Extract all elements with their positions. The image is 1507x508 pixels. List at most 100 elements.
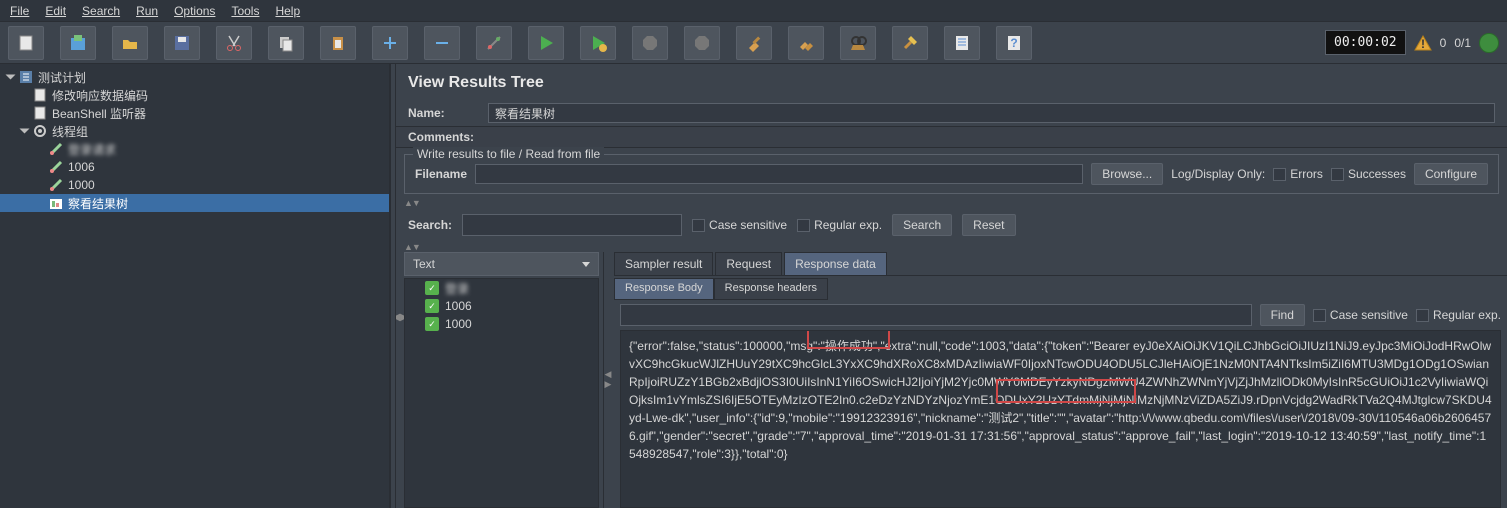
tree-label: 1000	[68, 178, 95, 192]
warning-count: 0	[1440, 36, 1447, 50]
log-display-label: Log/Display Only:	[1171, 167, 1265, 181]
subtab-response-body[interactable]: Response Body	[614, 278, 714, 300]
find-button[interactable]: Find	[1260, 304, 1305, 326]
cut-button[interactable]	[216, 26, 252, 60]
start-no-pause-button[interactable]	[580, 26, 616, 60]
tree-node-sampler[interactable]: 登录请求	[0, 140, 389, 158]
svg-text:?: ?	[1010, 36, 1017, 50]
comments-label: Comments:	[396, 126, 1507, 148]
tree-node-sampler[interactable]: 1000	[0, 176, 389, 194]
svg-text:!: !	[1421, 37, 1425, 51]
test-plan-tree[interactable]: 测试计划 修改响应数据编码 BeanShell 监听器 线程组 登录请求 100…	[0, 64, 390, 508]
find-case-checkbox[interactable]: Case sensitive	[1313, 308, 1408, 322]
search-input[interactable]	[462, 214, 682, 236]
horizontal-splitter[interactable]: ▲▼	[396, 242, 1507, 252]
templates-button[interactable]	[60, 26, 96, 60]
success-icon	[425, 281, 439, 295]
expand-toggle-icon[interactable]	[18, 125, 30, 137]
start-button[interactable]	[528, 26, 564, 60]
regex-checkbox[interactable]: Regular exp.	[797, 218, 882, 232]
search-label: Search:	[408, 218, 452, 232]
help-button[interactable]: ?	[996, 26, 1032, 60]
subtab-response-headers[interactable]: Response headers	[714, 278, 828, 300]
horizontal-splitter[interactable]: ▲▼	[396, 198, 1507, 208]
search-button[interactable]: Search	[892, 214, 952, 236]
case-sensitive-checkbox[interactable]: Case sensitive	[692, 218, 787, 232]
menu-run[interactable]: Run	[130, 2, 164, 20]
tree-label: 修改响应数据编码	[52, 87, 148, 104]
errors-checkbox[interactable]: Errors	[1273, 167, 1323, 181]
menu-help[interactable]: Help	[269, 2, 306, 20]
copy-button[interactable]	[268, 26, 304, 60]
thread-count: 0/1	[1454, 36, 1471, 50]
sampler-result-list[interactable]: 登录 1006 1000	[404, 278, 599, 508]
open-button[interactable]	[112, 26, 148, 60]
expand-toggle-icon[interactable]	[4, 71, 16, 83]
elapsed-timer: 00:00:02	[1325, 30, 1406, 55]
sampler-icon	[48, 141, 64, 157]
search-toolbar-button[interactable]	[840, 26, 876, 60]
sampler-result-row[interactable]: 1000	[405, 315, 598, 333]
expand-button[interactable]	[372, 26, 408, 60]
inner-vertical-splitter[interactable]: ◀▶	[604, 252, 614, 508]
tree-node-beanshell[interactable]: BeanShell 监听器	[0, 104, 389, 122]
paste-button[interactable]	[320, 26, 356, 60]
tree-label: BeanShell 监听器	[52, 105, 146, 122]
reset-search-button[interactable]	[892, 26, 928, 60]
gear-icon	[32, 123, 48, 139]
sampler-icon	[48, 159, 64, 175]
sampler-result-row[interactable]: 1006	[405, 297, 598, 315]
menu-options[interactable]: Options	[168, 2, 221, 20]
tree-node-threadgroup[interactable]: 线程组	[0, 122, 389, 140]
document-icon	[32, 105, 48, 121]
warning-icon: !	[1414, 34, 1432, 52]
renderer-value: Text	[413, 257, 435, 271]
toolbar: ? 00:00:02 ! 0 0/1	[0, 22, 1507, 64]
tab-sampler-result[interactable]: Sampler result	[614, 252, 713, 275]
configure-button[interactable]: Configure	[1414, 163, 1488, 185]
chevron-down-icon	[582, 262, 590, 267]
tree-label: 测试计划	[38, 69, 86, 86]
clear-all-button[interactable]	[788, 26, 824, 60]
find-regex-checkbox[interactable]: Regular exp.	[1416, 308, 1501, 322]
browse-button[interactable]: Browse...	[1091, 163, 1163, 185]
name-input[interactable]	[488, 103, 1495, 123]
filename-input[interactable]	[475, 164, 1083, 184]
menu-bar: File Edit Search Run Options Tools Help	[0, 0, 1507, 22]
success-icon	[425, 299, 439, 313]
stop-button[interactable]	[632, 26, 668, 60]
successes-checkbox[interactable]: Successes	[1331, 167, 1406, 181]
left-vertical-splitter[interactable]: ◀▶	[396, 252, 404, 508]
find-input[interactable]	[620, 304, 1252, 326]
save-button[interactable]	[164, 26, 200, 60]
tab-request[interactable]: Request	[715, 252, 782, 275]
menu-tools[interactable]: Tools	[225, 2, 265, 20]
sampler-result-row[interactable]: 登录	[405, 279, 598, 297]
menu-file[interactable]: File	[4, 2, 35, 20]
new-button[interactable]	[8, 26, 44, 60]
reset-button[interactable]: Reset	[962, 214, 1015, 236]
toggle-button[interactable]	[476, 26, 512, 60]
fieldset-legend: Write results to file / Read from file	[413, 147, 604, 161]
collapse-button[interactable]	[424, 26, 460, 60]
shutdown-button[interactable]	[684, 26, 720, 60]
function-helper-button[interactable]	[944, 26, 980, 60]
clear-button[interactable]	[736, 26, 772, 60]
tab-response-data[interactable]: Response data	[784, 252, 887, 275]
success-icon	[425, 317, 439, 331]
sampler-icon	[48, 177, 64, 193]
tree-node-testplan[interactable]: 测试计划	[0, 68, 389, 86]
tree-node-modify-encoding[interactable]: 修改响应数据编码	[0, 86, 389, 104]
tree-label: 登录请求	[68, 141, 116, 158]
tree-node-sampler[interactable]: 1006	[0, 158, 389, 176]
result-tabs: Sampler result Request Response data	[614, 252, 1507, 276]
response-subtabs: Response Body Response headers	[614, 278, 1507, 300]
response-body-text[interactable]: {"error":false,"status":100000,"msg":"操作…	[620, 330, 1501, 508]
menu-search[interactable]: Search	[76, 2, 126, 20]
renderer-dropdown[interactable]: Text	[404, 252, 599, 276]
menu-edit[interactable]: Edit	[39, 2, 72, 20]
document-icon	[32, 87, 48, 103]
filename-label: Filename	[415, 167, 467, 181]
tree-node-view-results[interactable]: 察看结果树	[0, 194, 389, 212]
right-panel: View Results Tree Name: Comments: Write …	[396, 64, 1507, 508]
